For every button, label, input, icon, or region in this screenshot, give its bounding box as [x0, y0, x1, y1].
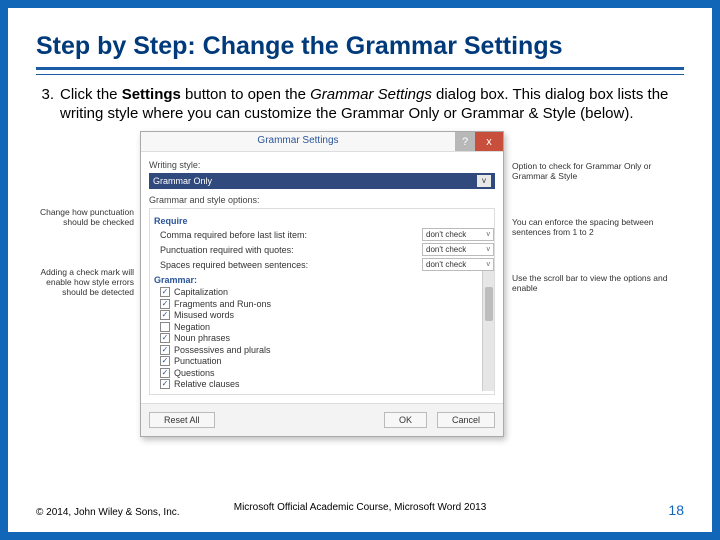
grammar-check-row[interactable]: ✓ Questions: [150, 368, 494, 378]
writing-style-value: Grammar Only: [153, 176, 212, 186]
grammar-check-label: Capitalization: [174, 287, 228, 297]
grammar-check-label: Fragments and Run-ons: [174, 299, 271, 309]
grammar-label: Grammar:: [150, 275, 494, 285]
dialog-titlebar: Grammar Settings ? x: [141, 132, 503, 152]
require-row: Comma required before last list item: do…: [150, 228, 494, 241]
require-select[interactable]: don't check v: [422, 243, 494, 256]
step-text-pre: Click the: [60, 86, 122, 103]
right-callouts: Option to check for Grammar Only or Gram…: [504, 131, 684, 293]
grammar-check-row[interactable]: ✓ Fragments and Run-ons: [150, 299, 494, 309]
cancel-button[interactable]: Cancel: [437, 412, 495, 428]
step-text: Click the Settings button to open the Gr…: [60, 85, 684, 123]
checkbox-icon: ✓: [160, 356, 170, 366]
checkbox-icon: ✓: [160, 379, 170, 389]
grammar-check-label: Misused words: [174, 310, 234, 320]
dialog-button-row: Reset All OK Cancel: [141, 403, 503, 436]
require-select[interactable]: don't check v: [422, 228, 494, 241]
scrollbar[interactable]: [482, 271, 494, 391]
options-label: Grammar and style options:: [149, 195, 495, 205]
step-number: 3.: [36, 85, 60, 123]
checkbox-icon: ✓: [160, 299, 170, 309]
grammar-settings-dialog: Grammar Settings ? x Writing style: Gram…: [140, 131, 504, 437]
callout-left-2: Adding a check mark will enable how styl…: [36, 267, 140, 297]
chevron-down-icon: v: [487, 261, 491, 268]
grammar-check-label: Negation: [174, 322, 210, 332]
require-value: don't check: [426, 245, 466, 254]
left-callouts: Change how punctuation should be checked…: [36, 131, 140, 297]
callout-right-2: You can enforce the spacing between sent…: [512, 217, 684, 237]
writing-style-select[interactable]: Grammar Only v: [149, 173, 495, 189]
chevron-down-icon: v: [477, 175, 491, 187]
title-underline: [36, 74, 684, 75]
grammar-check-row[interactable]: ✓ Punctuation: [150, 356, 494, 366]
step-text-italic: Grammar Settings: [310, 86, 432, 103]
checkbox-icon: ✓: [160, 310, 170, 320]
require-row: Punctuation required with quotes: don't …: [150, 243, 494, 256]
writing-style-label: Writing style:: [149, 160, 495, 170]
callout-right-1: Option to check for Grammar Only or Gram…: [512, 161, 684, 181]
chevron-down-icon: v: [487, 246, 491, 253]
require-row: Spaces required between sentences: don't…: [150, 258, 494, 271]
grammar-check-row[interactable]: ✓ Relative clauses: [150, 379, 494, 389]
grammar-check-label: Punctuation: [174, 356, 222, 366]
ok-button[interactable]: OK: [384, 412, 427, 428]
callout-right-3: Use the scroll bar to view the options a…: [512, 273, 684, 293]
close-button[interactable]: x: [475, 132, 503, 151]
require-row-label: Comma required before last list item:: [160, 230, 307, 240]
step-row: 3. Click the Settings button to open the…: [36, 85, 684, 123]
require-value: don't check: [426, 230, 466, 239]
checkbox-icon: [160, 322, 170, 332]
grammar-check-row[interactable]: Negation: [150, 322, 494, 332]
checkbox-icon: ✓: [160, 287, 170, 297]
require-select[interactable]: don't check v: [422, 258, 494, 271]
dialog-title: Grammar Settings: [141, 132, 455, 151]
chevron-down-icon: v: [487, 231, 491, 238]
require-row-label: Punctuation required with quotes:: [160, 245, 294, 255]
diagram: Change how punctuation should be checked…: [36, 131, 684, 437]
page-title: Step by Step: Change the Grammar Setting…: [36, 32, 684, 70]
grammar-check-row[interactable]: ✓ Noun phrases: [150, 333, 494, 343]
grammar-check-label: Possessives and plurals: [174, 345, 271, 355]
help-button[interactable]: ?: [455, 132, 475, 151]
step-text-mid: button to open the: [185, 86, 310, 103]
grammar-check-row[interactable]: ✓ Capitalization: [150, 287, 494, 297]
step-text-bold: Settings: [122, 86, 185, 103]
reset-all-button[interactable]: Reset All: [149, 412, 215, 428]
grammar-check-row[interactable]: ✓ Possessives and plurals: [150, 345, 494, 355]
grammar-check-label: Relative clauses: [174, 379, 240, 389]
callout-left-1: Change how punctuation should be checked: [36, 207, 140, 227]
grammar-check-label: Noun phrases: [174, 333, 230, 343]
checkbox-icon: ✓: [160, 333, 170, 343]
grammar-check-row[interactable]: ✓ Misused words: [150, 310, 494, 320]
require-label: Require: [150, 216, 494, 226]
require-row-label: Spaces required between sentences:: [160, 260, 308, 270]
checkbox-icon: ✓: [160, 345, 170, 355]
checkbox-icon: ✓: [160, 368, 170, 378]
footer-center: Microsoft Official Academic Course, Micr…: [36, 502, 684, 513]
footer: © 2014, John Wiley & Sons, Inc. Microsof…: [36, 502, 684, 518]
grammar-check-label: Questions: [174, 368, 215, 378]
require-value: don't check: [426, 260, 466, 269]
scrollbar-thumb[interactable]: [485, 287, 493, 321]
